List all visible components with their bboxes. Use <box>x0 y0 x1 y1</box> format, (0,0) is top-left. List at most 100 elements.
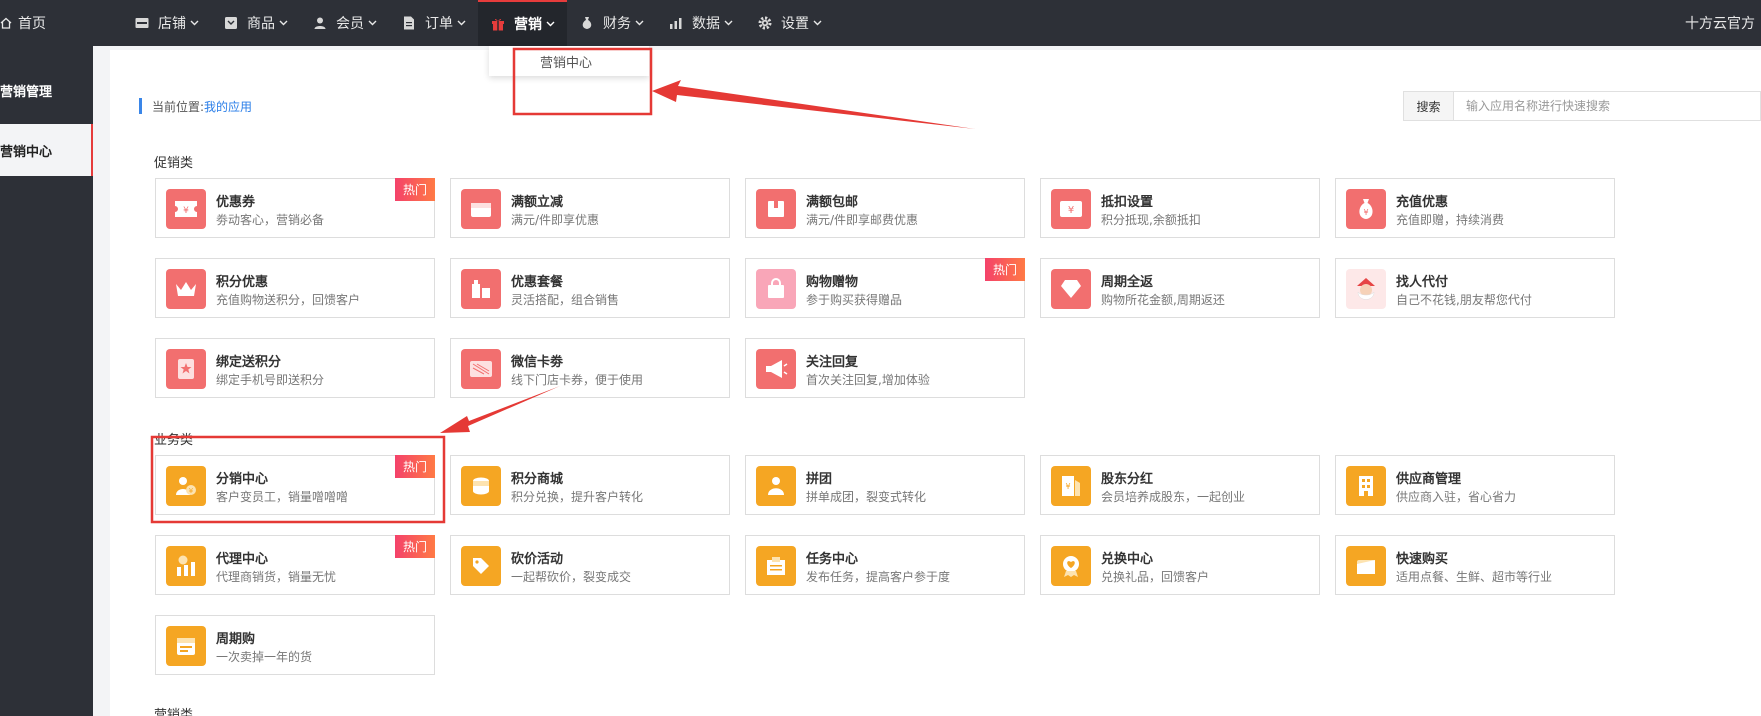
app-card-desc: 充值即赠，持续消费 <box>1396 213 1505 227</box>
chevron-down-icon <box>635 20 644 26</box>
app-card-title: 快速购买 <box>1396 552 1449 567</box>
svg-text:¥: ¥ <box>1068 205 1074 216</box>
money-bag-icon <box>579 15 595 31</box>
nav-item-finance[interactable]: 财务 <box>567 0 656 46</box>
coupon-icon: ¥ <box>166 189 206 229</box>
section-title-business: 业务类 <box>154 433 194 448</box>
crown-icon <box>166 269 206 309</box>
app-card-coupon[interactable]: ¥ 优惠券 劵动客心，营销必备 热门 <box>155 178 435 238</box>
app-card-desc: 兑换礼品，回馈客户 <box>1101 570 1210 584</box>
megaphone-icon <box>756 349 796 389</box>
app-card-follow-reply[interactable]: 关注回复 首次关注回复,增加体验 <box>745 338 1025 398</box>
building-icon <box>1346 466 1386 506</box>
app-card-title: 优惠套餐 <box>511 275 564 290</box>
app-card-title: 抵扣设置 <box>1101 195 1154 210</box>
agent-chart-icon <box>166 546 206 586</box>
app-card-recharge-discount[interactable]: ¥ 充值优惠 充值即赠，持续消费 <box>1335 178 1615 238</box>
nav-item-store[interactable]: 店铺 <box>122 0 211 46</box>
app-card-title: 满额立减 <box>511 195 564 210</box>
app-card-desc: 劵动客心，营销必备 <box>216 213 325 227</box>
app-card-free-shipping[interactable]: 满额包邮 满元/件即享邮费优惠 <box>745 178 1025 238</box>
nav-item-goods[interactable]: 商品 <box>211 0 300 46</box>
breadcrumb-prefix: 当前位置: <box>152 99 205 114</box>
nav-item-member[interactable]: 会员 <box>300 0 389 46</box>
group-icon <box>756 466 796 506</box>
app-card-periodic-cashback[interactable]: 周期全返 购物所花金额,周期返还 <box>1040 258 1320 318</box>
app-card-desc: 拼单成团，裂变式转化 <box>806 490 927 504</box>
sidebar-item-marketing-center[interactable]: 营销中心 <box>0 124 93 176</box>
chevron-down-icon <box>279 20 288 26</box>
yuan-ticket-icon: ¥ <box>1051 189 1091 229</box>
nav-item-marketing[interactable]: 营销 <box>478 0 567 46</box>
app-card-subscription[interactable]: 周期购 一次卖掉一年的货 <box>155 615 435 675</box>
coins-icon <box>461 466 501 506</box>
app-card-desc: 绑定手机号即送积分 <box>216 373 325 387</box>
breadcrumb-link-my-apps[interactable]: 我的应用 <box>204 98 252 115</box>
app-card-group-buy[interactable]: 拼团 拼单成团，裂变式转化 <box>745 455 1025 515</box>
account-name[interactable]: 十方云官方 <box>1685 0 1755 46</box>
app-card-desc: 一起帮砍价，裂变成交 <box>511 570 632 584</box>
app-card-quick-buy[interactable]: 快速购买 适用点餐、生鲜、超市等行业 <box>1335 535 1615 595</box>
app-card-task-center[interactable]: 任务中心 发布任务，提高客户参于度 <box>745 535 1025 595</box>
sidebar: 营销管理 营销中心 <box>0 46 93 716</box>
chevron-down-icon <box>724 20 733 26</box>
quick-buy-icon <box>1346 546 1386 586</box>
app-card-desc: 购物所花金额,周期返还 <box>1101 293 1225 307</box>
app-card-deduction-settings[interactable]: ¥ 抵扣设置 积分抵现,余额抵扣 <box>1040 178 1320 238</box>
package-icon <box>461 269 501 309</box>
app-card-desc: 参于购买获得赠品 <box>806 293 903 307</box>
app-card-title: 优惠券 <box>216 195 256 210</box>
app-card-desc: 满元/件即享优惠 <box>511 213 600 227</box>
dividend-icon: ¥ <box>1051 466 1091 506</box>
app-card-purchase-gift[interactable]: 购物赠物 参于购买获得赠品 热门 <box>745 258 1025 318</box>
dropdown-item-marketing-center[interactable]: 营销中心 <box>540 52 592 71</box>
section-title-marketing: 营销类 <box>154 708 194 716</box>
app-card-full-reduction[interactable]: 满额立减 满元/件即享优惠 <box>450 178 730 238</box>
nav-home[interactable]: 首页 <box>0 0 46 46</box>
app-card-wechat-card[interactable]: 微信卡劵 线下门店卡券，便于使用 <box>450 338 730 398</box>
store-icon <box>134 15 150 31</box>
app-card-exchange-center[interactable]: 兑换中心 兑换礼品，回馈客户 <box>1040 535 1320 595</box>
app-card-bind-points[interactable]: 绑定送积分 绑定手机号即送积分 <box>155 338 435 398</box>
app-card-agent-center[interactable]: 代理中心 代理商销货，销量无忧 热门 <box>155 535 435 595</box>
chevron-down-icon <box>190 20 199 26</box>
star-card-icon <box>166 349 206 389</box>
bar-chart-icon <box>668 15 684 31</box>
chevron-down-icon <box>368 20 377 26</box>
app-card-desc: 首次关注回复,增加体验 <box>806 373 930 387</box>
app-card-title: 周期全返 <box>1101 275 1154 290</box>
nav-item-order[interactable]: 订单 <box>389 0 478 46</box>
app-card-title: 供应商管理 <box>1396 472 1462 487</box>
nav-menu: 店铺 商品 会员 订单 营销 财务 数据 设置 <box>122 0 834 46</box>
box-icon <box>756 189 796 229</box>
app-card-points-mall[interactable]: 积分商城 积分兑换，提升客户转化 <box>450 455 730 515</box>
goods-icon <box>223 15 239 31</box>
app-card-title: 充值优惠 <box>1396 195 1449 210</box>
calendar-icon <box>166 626 206 666</box>
search-label: 搜索 <box>1404 92 1454 120</box>
app-card-title: 满额包邮 <box>806 195 859 210</box>
app-card-distribution-center[interactable]: ¥ 分销中心 客户变员工，销量噌噌噌 热门 <box>155 455 435 515</box>
app-card-desc: 供应商入驻，省心省力 <box>1396 490 1517 504</box>
app-card-points-discount[interactable]: 积分优惠 充值购物送积分，回馈客户 <box>155 258 435 318</box>
app-card-supplier-management[interactable]: 供应商管理 供应商入驻，省心省力 <box>1335 455 1615 515</box>
sidebar-item-marketing-management[interactable]: 营销管理 <box>0 64 93 116</box>
app-card-combo-package[interactable]: 优惠套餐 灵活搭配，组合销售 <box>450 258 730 318</box>
app-card-title: 代理中心 <box>216 552 269 567</box>
gift-icon <box>490 16 506 32</box>
app-card-pay-for-me[interactable]: 找人代付 自己不花钱,朋友帮您代付 <box>1335 258 1615 318</box>
nav-item-data[interactable]: 数据 <box>656 0 745 46</box>
app-card-title: 积分商城 <box>511 472 564 487</box>
nav-item-label: 营销 <box>514 17 542 33</box>
app-card-title: 分销中心 <box>216 472 269 487</box>
distributor-icon: ¥ <box>166 466 206 506</box>
nav-item-label: 设置 <box>781 16 809 32</box>
app-card-title: 积分优惠 <box>216 275 269 290</box>
app-card-desc: 客户变员工，销量噌噌噌 <box>216 490 349 504</box>
app-card-shareholder-dividend[interactable]: ¥ 股东分红 会员培养成股东，一起创业 <box>1040 455 1320 515</box>
app-card-desc: 适用点餐、生鲜、超市等行业 <box>1396 570 1553 584</box>
app-card-bargain[interactable]: 砍价活动 一起帮砍价，裂变成交 <box>450 535 730 595</box>
app-card-title: 拼团 <box>806 472 833 487</box>
nav-item-settings[interactable]: 设置 <box>745 0 834 46</box>
search-input[interactable] <box>1454 92 1760 120</box>
